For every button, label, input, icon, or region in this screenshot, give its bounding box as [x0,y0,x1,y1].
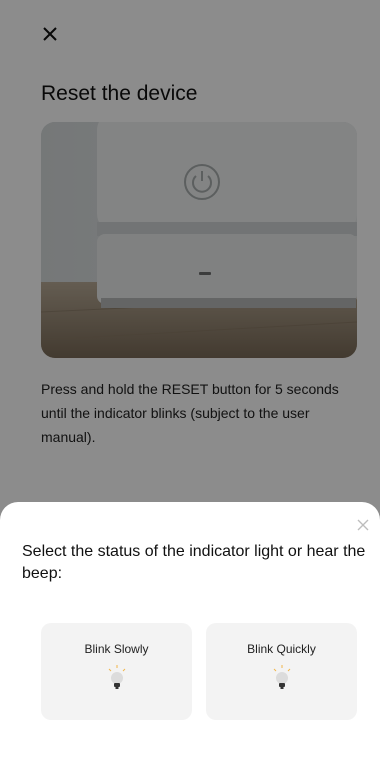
bulb-icon [273,665,290,689]
close-icon [43,27,57,41]
sheet-close-button[interactable] [352,514,374,536]
bulb-icon [108,665,125,689]
page-title: Reset the device [41,82,198,105]
close-icon [357,519,369,531]
option-blink-slowly[interactable]: Blink Slowly [41,623,192,720]
option-blink-quickly[interactable]: Blink Quickly [206,623,357,720]
status-options: Blink Slowly Blink Quickly [41,623,357,720]
reset-instructions: Press and hold the RESET button for 5 se… [41,381,339,445]
option-label: Blink Slowly [84,642,149,656]
close-button[interactable] [36,20,64,48]
reset-device-screen: Reset the device Press and hold the RESE… [0,0,380,760]
indicator-status-sheet: Select the status of the indicator light… [0,502,380,760]
device-image [41,122,357,358]
sheet-title: Select the status of the indicator light… [22,543,366,582]
option-label: Blink Quickly [247,642,316,656]
